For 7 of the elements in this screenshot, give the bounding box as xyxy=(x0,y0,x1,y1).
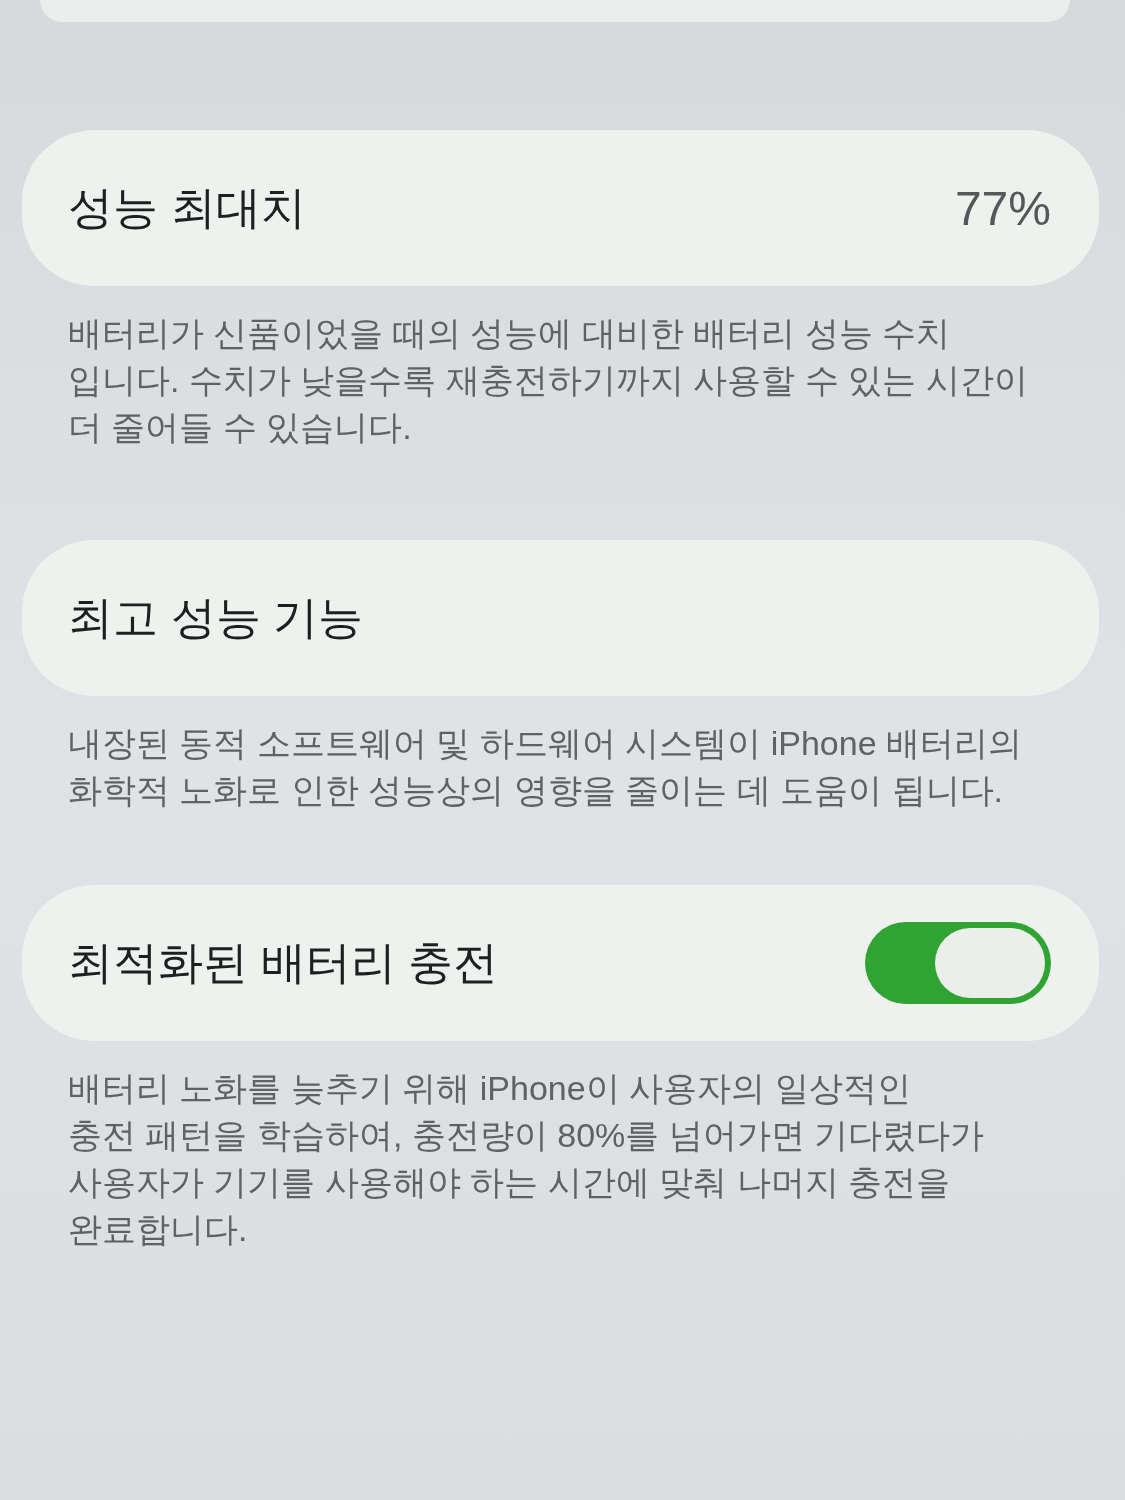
row-title: 최고 성능 기능 xyxy=(68,591,363,645)
section-footnote: 배터리가 신품이었을 때의 성능에 대비한 배터리 성능 수치 입니다. 수치가 낮을수록 재충전하기까지 사용할 수 있는 시간이 더 줄어들 수 있습니다. xyxy=(68,313,1029,448)
row-title: 성능 최대치 xyxy=(68,181,306,235)
row-title: 최적화된 배터리 충전 xyxy=(68,936,498,990)
section-footnote: 내장된 동적 소프트웨어 및 하드웨어 시스템이 iPhone 배터리의 화학적 노화로 인한 성능상의 영향을 줄이는 데 도움이 됩니다. xyxy=(68,723,1023,811)
row-value: 77% xyxy=(954,180,1051,236)
section-footnote: 배터리 노화를 늦추기 위해 iPhone이 사용자의 일상적인 충전 패턴을 학습하여, 충전량이 80%를 넘어가면 기다렸다가 사용자가 기기를 사용해야 하는 시간에 맞춰 나머지 충전을 완료합니다. xyxy=(68,1068,986,1250)
